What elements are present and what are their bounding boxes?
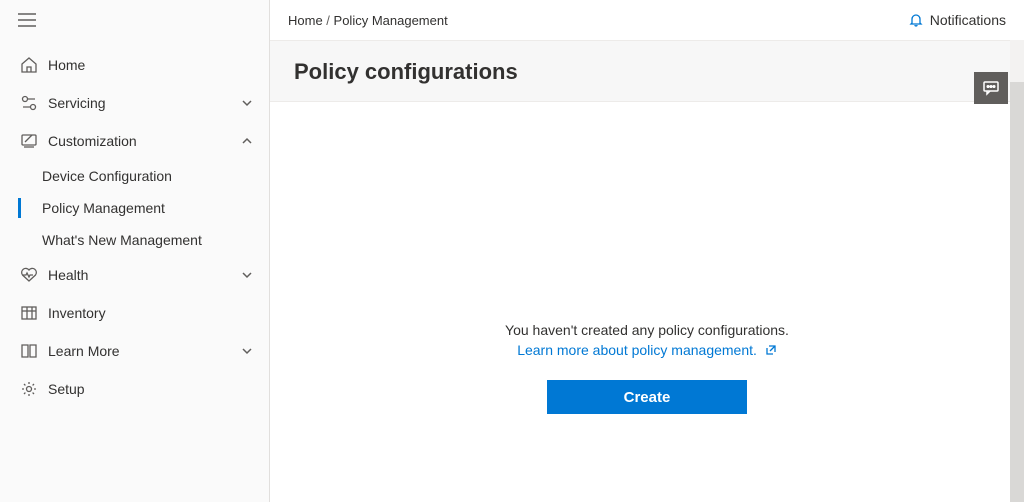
chevron-up-icon [241, 135, 253, 147]
sidebar-nav: Home Servicing Customization Device Conf… [0, 40, 269, 408]
empty-state: You haven't created any policy configura… [270, 322, 1024, 414]
home-icon [20, 56, 38, 74]
sidebar-subitem-label: Policy Management [42, 200, 165, 216]
chevron-down-icon [241, 269, 253, 281]
customization-icon [20, 132, 38, 150]
content-area: You haven't created any policy configura… [270, 102, 1024, 502]
sidebar-item-label: Learn More [48, 343, 241, 359]
hamburger-icon [18, 13, 36, 27]
sidebar-subitem-policy-management[interactable]: Policy Management [0, 192, 269, 224]
bell-icon [908, 12, 924, 28]
breadcrumb-root[interactable]: Home [288, 13, 323, 28]
learn-more-icon [20, 342, 38, 360]
sidebar: Home Servicing Customization Device Conf… [0, 0, 270, 502]
gear-icon [20, 380, 38, 398]
notifications-button[interactable]: Notifications [908, 12, 1006, 28]
notifications-label: Notifications [930, 12, 1006, 28]
sidebar-item-label: Health [48, 267, 241, 283]
page-header: Policy configurations [270, 40, 1024, 102]
sidebar-item-servicing[interactable]: Servicing [0, 84, 269, 122]
chevron-down-icon [241, 345, 253, 357]
sidebar-item-label: Inventory [48, 305, 253, 321]
vertical-scrollbar[interactable] [1010, 40, 1024, 502]
scrollbar-thumb[interactable] [1010, 82, 1024, 502]
hamburger-menu-button[interactable] [0, 0, 269, 40]
feedback-icon [982, 79, 1000, 97]
sidebar-subitem-device-configuration[interactable]: Device Configuration [0, 160, 269, 192]
sidebar-item-label: Setup [48, 381, 253, 397]
create-button[interactable]: Create [547, 380, 747, 414]
sidebar-item-label: Customization [48, 133, 241, 149]
sidebar-item-health[interactable]: Health [0, 256, 269, 294]
sidebar-subitem-whats-new-management[interactable]: What's New Management [0, 224, 269, 256]
health-icon [20, 266, 38, 284]
inventory-icon [20, 304, 38, 322]
breadcrumb-separator: / [323, 13, 334, 28]
breadcrumb: Home / Policy Management [288, 13, 448, 28]
sidebar-item-inventory[interactable]: Inventory [0, 294, 269, 332]
sidebar-item-customization[interactable]: Customization [0, 122, 269, 160]
learn-more-link[interactable]: Learn more about policy management. [517, 342, 777, 358]
sidebar-item-setup[interactable]: Setup [0, 370, 269, 408]
sidebar-item-learn-more[interactable]: Learn More [0, 332, 269, 370]
sidebar-item-label: Home [48, 57, 253, 73]
main-area: Home / Policy Management Notifications P… [270, 0, 1024, 502]
external-link-icon [765, 344, 777, 356]
empty-state-message: You haven't created any policy configura… [270, 322, 1024, 338]
top-bar: Home / Policy Management Notifications [270, 0, 1024, 40]
sidebar-item-home[interactable]: Home [0, 46, 269, 84]
chevron-down-icon [241, 97, 253, 109]
sidebar-item-label: Servicing [48, 95, 241, 111]
servicing-icon [20, 94, 38, 112]
page-title: Policy configurations [294, 59, 1000, 85]
sidebar-subitem-label: What's New Management [42, 232, 202, 248]
breadcrumb-current: Policy Management [334, 13, 448, 28]
sidebar-subitem-label: Device Configuration [42, 168, 172, 184]
feedback-button[interactable] [974, 72, 1008, 104]
learn-more-link-text: Learn more about policy management. [517, 342, 757, 358]
